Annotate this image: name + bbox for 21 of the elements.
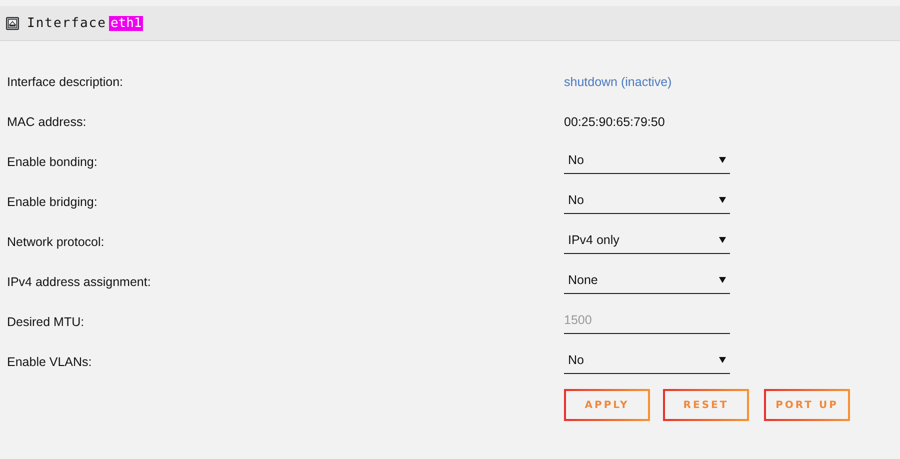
caret-icon — [719, 277, 726, 283]
caret-icon — [719, 357, 726, 363]
field-value: 00:25:90:65:79:50 — [564, 114, 665, 129]
input-field[interactable]: 1500 — [564, 307, 730, 334]
description-link[interactable]: shutdown (inactive) — [564, 68, 672, 89]
dropdown-select[interactable]: No — [564, 347, 730, 374]
caret-icon — [719, 237, 726, 243]
interface-name-badge: eth1 — [109, 16, 143, 30]
field-label: Network protocol: — [7, 234, 106, 249]
field-label: Enable VLANs: — [7, 354, 93, 369]
field-label: IPv4 address assignment: — [7, 274, 152, 289]
caret-icon — [719, 157, 726, 163]
dropdown-select[interactable]: IPv4 only — [564, 227, 730, 254]
page-title: Interface — [27, 16, 106, 30]
dropdown-select[interactable]: None — [564, 267, 730, 294]
field-label: Enable bonding: — [7, 154, 98, 169]
dropdown-select[interactable]: No — [564, 187, 730, 214]
field-label: Enable bridging: — [7, 194, 98, 209]
caret-icon — [719, 197, 726, 203]
dropdown-select[interactable]: No — [564, 147, 730, 174]
network-port-icon — [6, 16, 19, 30]
